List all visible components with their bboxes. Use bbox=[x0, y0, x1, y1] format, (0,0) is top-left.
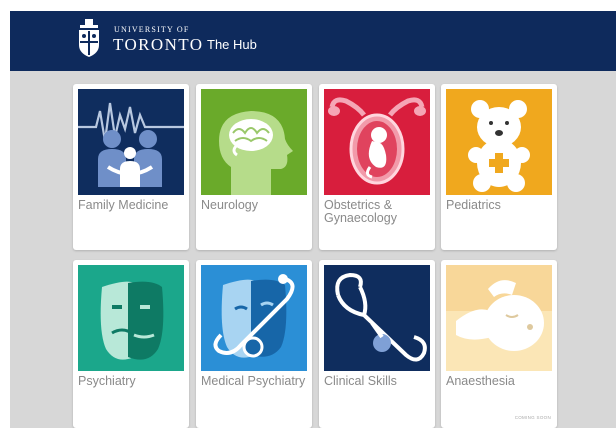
university-crest-icon bbox=[79, 19, 99, 57]
card-grid: Family Medicine Neurology Obstetrics & G… bbox=[10, 71, 616, 428]
university-name: TORONTO bbox=[113, 35, 204, 54]
card-label: Neurology bbox=[201, 198, 258, 212]
card-medical-psychiatry[interactable]: Medical Psychiatry bbox=[196, 260, 312, 428]
card-anaesthesia[interactable]: Anaesthesia COMING SOON bbox=[441, 260, 557, 428]
card-label: Family Medicine bbox=[78, 198, 169, 212]
sleeping-face-icon bbox=[446, 265, 552, 371]
card-label: Obstetrics & Gynaecology bbox=[324, 198, 397, 225]
family-icon bbox=[78, 89, 184, 195]
card-pediatrics[interactable]: Pediatrics bbox=[441, 84, 557, 250]
university-label: UNIVERSITY OF bbox=[114, 25, 190, 34]
teddy-bear-icon bbox=[446, 89, 552, 195]
card-label: Psychiatry bbox=[78, 374, 136, 388]
site-header: UNIVERSITY OF TORONTO The Hub bbox=[10, 11, 616, 71]
card-label: Clinical Skills bbox=[324, 374, 397, 388]
fetus-uterus-icon bbox=[324, 89, 430, 195]
stethoscope-icon bbox=[324, 265, 430, 371]
masks-stethoscope-icon bbox=[201, 265, 307, 371]
page-title[interactable]: The Hub bbox=[207, 37, 257, 52]
card-obstetrics-gynaecology[interactable]: Obstetrics & Gynaecology bbox=[319, 84, 435, 250]
card-neurology[interactable]: Neurology bbox=[196, 84, 312, 250]
card-label: Medical Psychiatry bbox=[201, 374, 306, 388]
card-psychiatry[interactable]: Psychiatry bbox=[73, 260, 189, 428]
card-label: Pediatrics bbox=[446, 198, 501, 212]
card-family-medicine[interactable]: Family Medicine bbox=[73, 84, 189, 250]
card-clinical-skills[interactable]: Clinical Skills bbox=[319, 260, 435, 428]
card-label: Anaesthesia bbox=[446, 374, 515, 388]
masks-icon bbox=[78, 265, 184, 371]
brain-head-icon bbox=[201, 89, 307, 195]
coming-soon-badge: COMING SOON bbox=[514, 415, 551, 420]
